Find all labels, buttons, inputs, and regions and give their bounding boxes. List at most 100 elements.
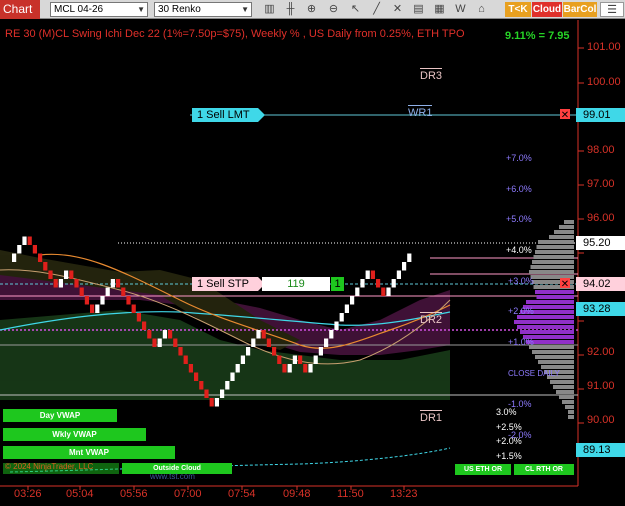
template-icon[interactable]: ▤	[411, 2, 426, 17]
up-brick	[58, 279, 63, 288]
up-brick	[391, 279, 396, 288]
bar-style-icon[interactable]: ╫	[283, 2, 298, 17]
volume-profile-bar	[538, 240, 574, 244]
interval-selector[interactable]: 30 Renko ▼	[154, 2, 252, 17]
price-tick-label: 90.00	[587, 414, 615, 426]
watermark-site: www.tst.com	[150, 472, 195, 481]
weekly-vwap-button[interactable]: Wkly VWAP	[3, 428, 146, 441]
up-brick	[230, 372, 235, 381]
up-brick	[344, 304, 349, 313]
time-tick-label: 11:50	[337, 488, 364, 500]
stop-count-field[interactable]: 1	[331, 277, 344, 291]
price-box-low: 89.13	[576, 443, 625, 457]
up-brick	[251, 338, 256, 347]
down-brick	[43, 262, 48, 271]
price-tick-label: 100.00	[587, 76, 621, 88]
down-brick	[147, 330, 152, 339]
down-brick	[376, 279, 381, 288]
down-brick	[188, 364, 193, 373]
indicators-icon[interactable]: W	[453, 2, 468, 17]
up-brick	[110, 279, 115, 288]
volume-profile-bar	[550, 380, 574, 384]
up-brick	[365, 270, 370, 279]
weekly-pct-label: +3.0%	[508, 276, 534, 286]
up-brick	[157, 338, 162, 347]
sell-limit-order[interactable]: 1 Sell LMT	[192, 108, 258, 122]
copyright-text: © 2024 NinjaTrader, LLC	[5, 462, 94, 471]
instrument-selector[interactable]: MCL 04-26 ▼	[50, 2, 148, 17]
monthly-vwap-button[interactable]: Mnt VWAP	[3, 446, 175, 459]
cloud-toggle[interactable]: Cloud	[532, 2, 562, 17]
up-brick	[287, 364, 292, 373]
cancel-order-marker[interactable]: ✕	[560, 109, 570, 121]
svg-text:✕: ✕	[561, 279, 569, 290]
strategies-icon[interactable]: ⌂	[474, 2, 489, 17]
sell-stop-order[interactable]: 1 Sell STP	[192, 277, 258, 291]
down-brick	[381, 287, 386, 296]
up-brick	[292, 355, 297, 364]
stop-quantity-field[interactable]: 119	[262, 277, 330, 291]
volume-profile-bar	[533, 255, 574, 259]
weekly-pct-label: +5.0%	[506, 214, 532, 224]
up-brick	[318, 347, 323, 356]
daily-pct-label: +2.5%	[496, 422, 522, 432]
down-brick	[303, 364, 308, 373]
down-brick	[168, 330, 173, 339]
us-eth-or-button[interactable]: US ETH OR	[455, 464, 511, 475]
up-brick	[162, 330, 167, 339]
daily-pct-label: 3.0%	[496, 407, 517, 417]
time-tick-label: 09:48	[283, 488, 311, 500]
down-brick	[266, 338, 271, 347]
volume-profile-bar	[568, 415, 574, 419]
down-brick	[38, 253, 43, 262]
volume-profile-bar	[529, 270, 574, 274]
barcol-toggle[interactable]: BarCol	[563, 2, 597, 17]
weekly-pct-label: +7.0%	[506, 153, 532, 163]
up-brick	[324, 338, 329, 347]
down-brick	[53, 279, 58, 288]
pointer-icon[interactable]: ↖	[348, 2, 363, 17]
down-brick	[48, 270, 53, 279]
time-tick-label: 07:00	[174, 488, 202, 500]
volume-profile-bar	[526, 300, 574, 304]
cl-rth-or-button[interactable]: CL RTH OR	[514, 464, 574, 475]
volume-profile-bar	[520, 330, 574, 334]
volume-profile-bar	[532, 350, 574, 354]
price-box-sell-limit: 99.01	[576, 108, 625, 122]
up-brick	[386, 287, 391, 296]
volume-profile-bar	[562, 400, 574, 404]
cancel-stop-marker[interactable]: ✕	[560, 278, 570, 290]
down-brick	[74, 279, 79, 288]
day-vwap-button[interactable]: Day VWAP	[3, 409, 117, 422]
up-brick	[225, 381, 230, 390]
volume-profile-bar	[559, 225, 574, 229]
time-tick-label: 05:04	[66, 488, 94, 500]
candlestick-icon[interactable]: ▥	[262, 2, 277, 17]
volume-profile-bar	[535, 355, 574, 359]
tok-toggle[interactable]: T<K	[505, 2, 531, 17]
down-brick	[204, 389, 209, 398]
down-brick	[370, 270, 375, 279]
zoom-in-icon[interactable]: ⊕	[304, 2, 319, 17]
volume-profile-bar	[536, 295, 574, 299]
cross-icon[interactable]: ✕	[390, 2, 405, 17]
up-brick	[256, 330, 261, 339]
menu-icon[interactable]: ☰	[600, 2, 624, 17]
up-brick	[313, 355, 318, 364]
up-brick	[355, 287, 360, 296]
down-brick	[116, 279, 121, 288]
draw-line-icon[interactable]: ╱	[369, 2, 384, 17]
volume-profile-bar	[514, 320, 574, 324]
chart-tab[interactable]: Chart	[0, 0, 40, 19]
zoom-out-icon[interactable]: ⊖	[326, 2, 341, 17]
properties-icon[interactable]: ▦	[432, 2, 447, 17]
up-brick	[334, 321, 339, 330]
up-brick	[329, 330, 334, 339]
close-daily-label: CLOSE DAILY	[508, 369, 560, 378]
price-box-last: 95.20	[576, 236, 625, 250]
down-brick	[79, 287, 84, 296]
volume-profile-bar	[549, 235, 574, 239]
volume-profile-bar	[529, 345, 574, 349]
dr2-label: DR2	[420, 312, 443, 326]
down-brick	[272, 347, 277, 356]
